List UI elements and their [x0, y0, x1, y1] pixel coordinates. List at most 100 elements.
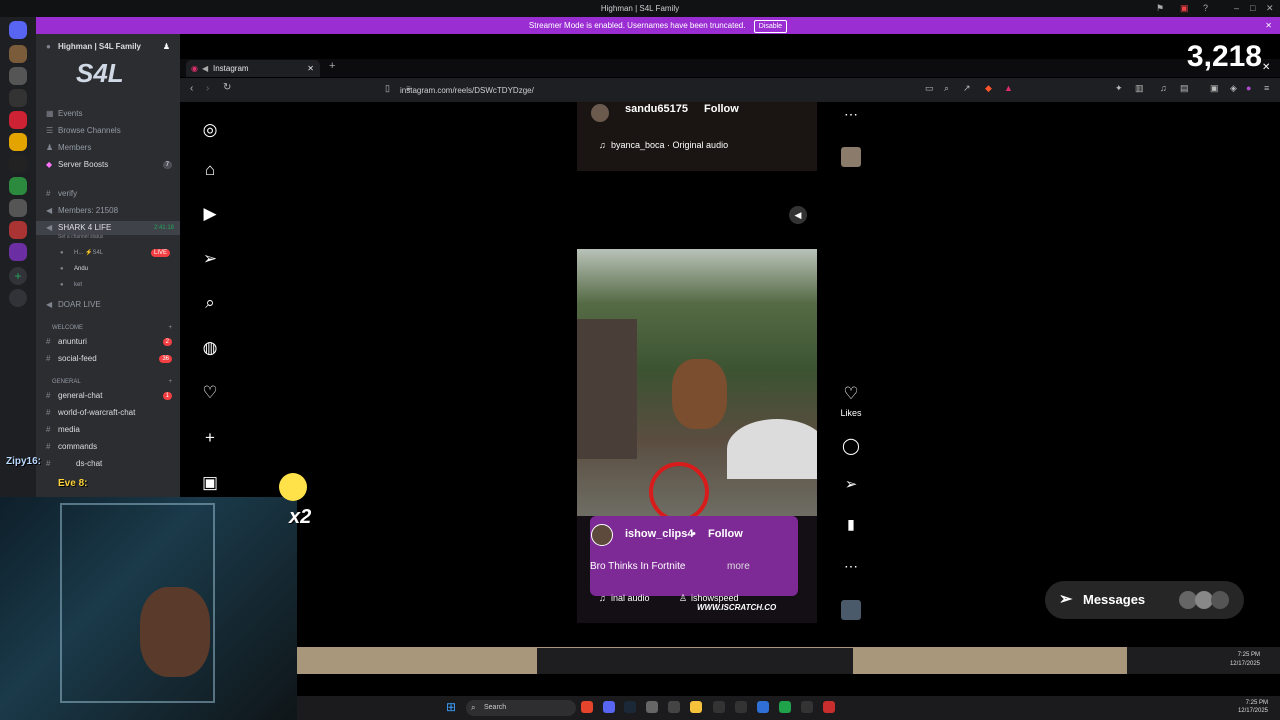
avatar[interactable] [591, 524, 613, 546]
menu-browse-channels[interactable]: ☰ Browse Channels [36, 124, 180, 138]
server-icon[interactable] [9, 221, 27, 239]
screen-share-icon[interactable]: ▣ [1180, 0, 1189, 17]
chrome-icon[interactable] [581, 701, 593, 713]
reload-icon[interactable]: ↻ [223, 82, 231, 93]
reel-audio[interactable]: inal audio [611, 593, 650, 603]
disable-button[interactable]: Disable [753, 20, 788, 33]
reel-username[interactable]: ishow_clips4 [625, 528, 693, 540]
channel-social-feed[interactable]: # social-feed 36 [36, 352, 180, 366]
caption-more-link[interactable]: more [727, 561, 750, 572]
channel-shark-4-life[interactable]: ◀ SHARK 4 LIFE 2:41:18 [36, 221, 180, 235]
server-header[interactable]: ● Highman | S4L Family ♟ [36, 40, 180, 54]
notifications-heart-icon[interactable]: ♡ [198, 383, 222, 403]
taskbar-search[interactable]: ⌕ Search [466, 700, 576, 716]
extensions-icon[interactable]: ✦ [1115, 83, 1123, 94]
category-general[interactable]: GENERAL + [36, 375, 180, 389]
server-icon[interactable] [9, 111, 27, 129]
app-icon[interactable] [823, 701, 835, 713]
reel-audio[interactable]: byanca_boca · Original audio [611, 140, 728, 150]
app-icon[interactable] [735, 701, 747, 713]
menu-server-boosts[interactable]: ◆ Server Boosts 7 [36, 158, 180, 172]
category-welcome[interactable]: WELCOME + [36, 321, 180, 335]
channel-general-chat[interactable]: # general-chat 1 [36, 389, 180, 403]
more-options-icon[interactable]: ⋯ [836, 106, 866, 123]
flag-icon[interactable]: ⚑ [1156, 0, 1164, 17]
share-icon[interactable]: ➢ [836, 475, 866, 493]
server-icon[interactable] [9, 199, 27, 217]
channel-verify[interactable]: # verify [36, 187, 180, 201]
avatar[interactable] [591, 104, 609, 122]
minimize-icon[interactable]: – [1234, 0, 1239, 17]
discover-icon[interactable] [9, 289, 27, 307]
follow-button[interactable]: Follow [704, 103, 739, 115]
new-tab-icon[interactable]: + [329, 60, 335, 72]
voice-user[interactable]: ● H... ⚡S4L LIVE [36, 246, 180, 260]
brave-rewards-icon[interactable]: ▲ [1004, 83, 1013, 93]
server-icon[interactable] [9, 243, 27, 261]
channel-doar-live[interactable]: ◀ DOAR LIVE [36, 298, 180, 312]
app-icon[interactable] [713, 701, 725, 713]
leo-icon[interactable]: ● [1246, 83, 1251, 93]
voice-user[interactable]: ● Andu [36, 262, 180, 276]
maximize-icon[interactable]: □ [1250, 0, 1255, 17]
app-icon[interactable] [646, 701, 658, 713]
audio-thumbnail[interactable] [841, 600, 861, 620]
dashboard-icon[interactable]: ▣ [198, 473, 222, 493]
menu-events[interactable]: ▦ Events [36, 107, 180, 121]
xbox-icon[interactable] [779, 701, 791, 713]
previous-reel[interactable]: sandu65175 Follow ♫ byanca_boca · Origin… [577, 102, 817, 171]
close-icon[interactable]: ✕ [1262, 62, 1270, 73]
help-icon[interactable]: ? [1203, 0, 1208, 17]
menu-members[interactable]: ♟ Members [36, 141, 180, 155]
share-icon[interactable]: ↗ [963, 83, 971, 94]
audio-thumbnail[interactable] [841, 147, 861, 167]
add-member-icon[interactable]: ♟ [163, 40, 170, 54]
media-icon[interactable]: ♫ [1160, 83, 1167, 93]
channel-commands[interactable]: # commands [36, 440, 180, 454]
app-icon[interactable] [668, 701, 680, 713]
vpn-icon[interactable]: ◈ [1230, 83, 1237, 94]
explore-icon[interactable]: ◍ [198, 338, 222, 358]
add-server-icon[interactable]: + [9, 267, 27, 285]
tab-instagram[interactable]: ◉ ◀ Instagram ✕ [186, 60, 320, 77]
channel-world-of-warcraft-chat[interactable]: # world-of-warcraft-chat [36, 406, 180, 420]
server-icon[interactable] [9, 89, 27, 107]
reels-icon[interactable]: ▶ [198, 204, 222, 224]
close-icon[interactable]: ✕ [1266, 0, 1274, 17]
instagram-logo-icon[interactable]: ◎ [198, 120, 222, 140]
channel-ds-chat[interactable]: # ds-chat [36, 457, 180, 471]
direct-messages-icon[interactable]: ➢ [198, 249, 222, 269]
discord-icon[interactable] [603, 701, 615, 713]
reel-video[interactable] [577, 249, 817, 520]
reel-username[interactable]: sandu65175 [625, 103, 688, 115]
clock[interactable]: 7:25 PM 12/17/2025 [1238, 699, 1268, 715]
tagged-user[interactable]: ishowspeed [691, 593, 739, 603]
messages-button[interactable]: ➢ Messages [1045, 581, 1244, 619]
app-icon[interactable] [801, 701, 813, 713]
channel-members-count[interactable]: ◀ Members: 21508 [36, 204, 180, 218]
search-icon[interactable]: ⌕ [198, 293, 222, 313]
home-icon[interactable]: ⌂ [198, 160, 222, 180]
server-icon[interactable] [9, 155, 27, 173]
app-icon[interactable] [757, 701, 769, 713]
server-icon[interactable] [9, 177, 27, 195]
file-explorer-icon[interactable] [690, 701, 702, 713]
wallet-icon[interactable]: ▣ [1210, 83, 1219, 94]
forward-icon[interactable]: › [206, 83, 209, 94]
start-icon[interactable]: ⊞ [446, 700, 456, 714]
server-icon[interactable] [9, 45, 27, 63]
save-bookmark-icon[interactable]: ▮ [836, 516, 866, 533]
menu-icon[interactable]: ≡ [1264, 83, 1269, 93]
speaker-icon[interactable]: ◀ [202, 60, 208, 77]
channel-media[interactable]: # media [36, 423, 180, 437]
back-icon[interactable]: ‹ [190, 83, 193, 94]
url-field[interactable]: instagram.com/reels/DSWcTDYDzge/ [400, 83, 910, 98]
brave-shield-icon[interactable]: ◆ [985, 83, 992, 94]
direct-messages-icon[interactable] [9, 21, 27, 39]
tab-close-icon[interactable]: ✕ [307, 60, 314, 77]
add-channel-icon[interactable]: + [168, 375, 172, 389]
server-icon[interactable] [9, 133, 27, 151]
zoom-icon[interactable]: ⌕ [944, 83, 949, 94]
likes-label[interactable]: Likes [836, 408, 866, 418]
voice-user[interactable]: ● ket [36, 278, 180, 292]
